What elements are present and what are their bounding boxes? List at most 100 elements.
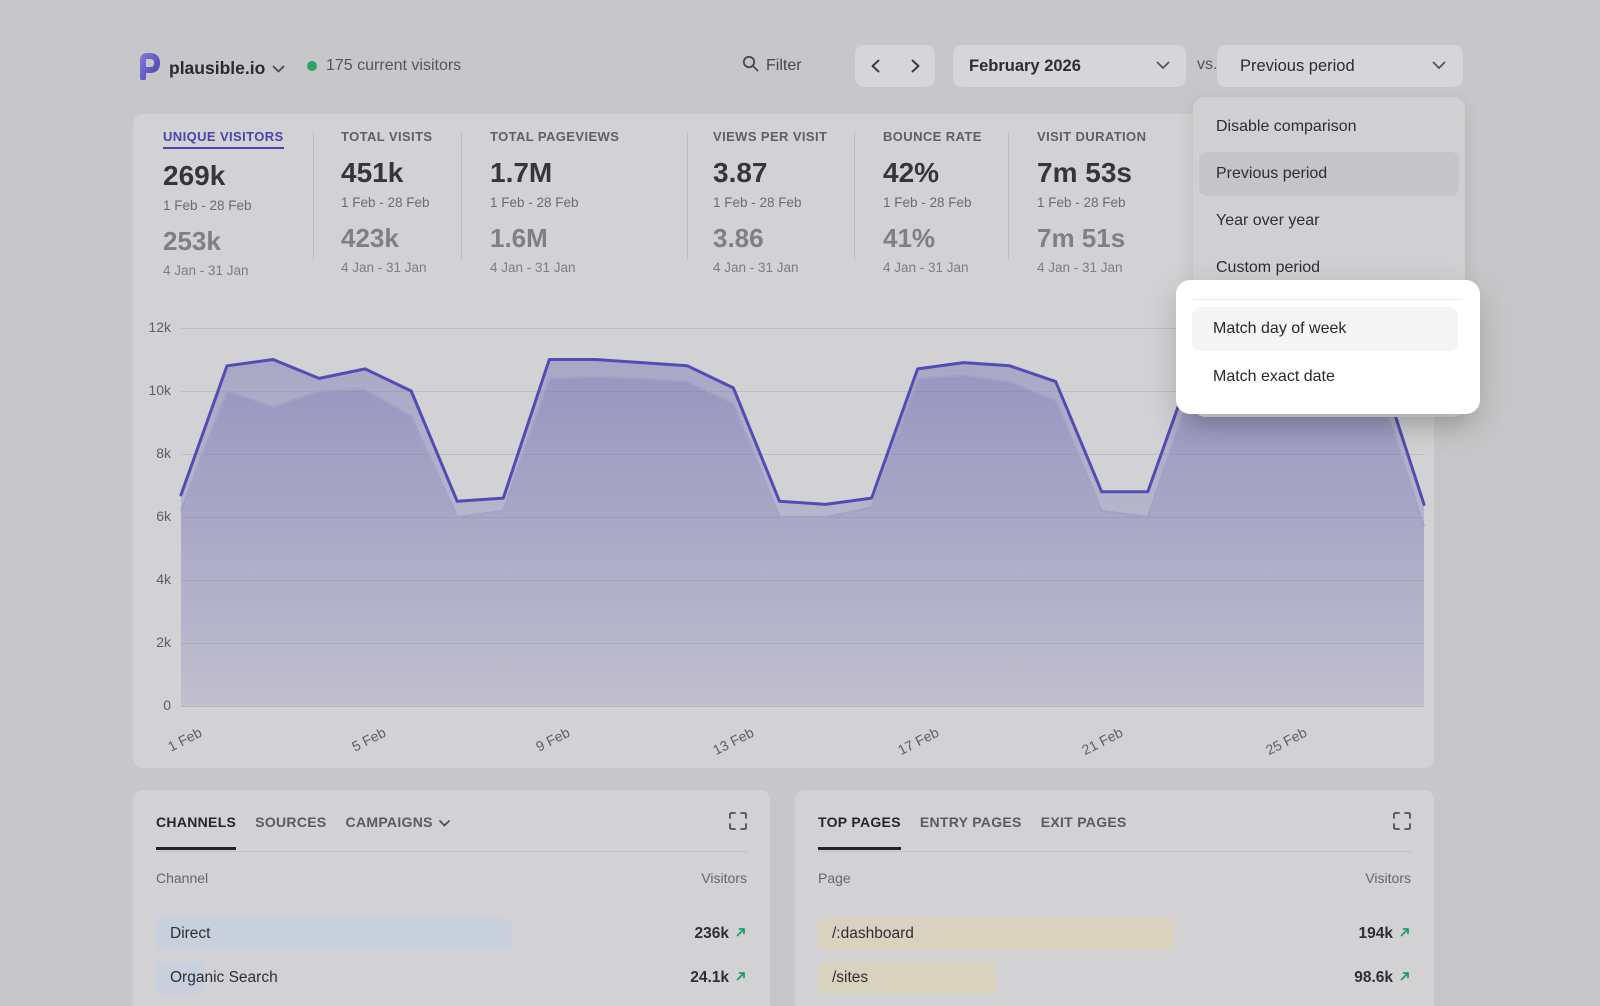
metric-views-per-visit[interactable]: VIEWS PER VISIT3.871 Feb - 28 Feb3.864 J… xyxy=(713,128,827,275)
x-axis-label: 25 Feb xyxy=(1252,724,1309,764)
metric-divider xyxy=(461,132,462,260)
visitors-count: 98.6k xyxy=(1354,969,1393,987)
metric-total-pageviews[interactable]: TOTAL PAGEVIEWS1.7M1 Feb - 28 Feb1.6M4 J… xyxy=(490,128,619,275)
tab-label: ENTRY PAGES xyxy=(920,814,1022,830)
visitors-count: 194k xyxy=(1359,925,1393,943)
column-header-name: Page xyxy=(818,870,851,886)
tab-label: EXIT PAGES xyxy=(1041,814,1127,830)
date-range-label: February 2026 xyxy=(969,57,1081,76)
visitors-count: 236k xyxy=(695,925,729,943)
table-row-direct[interactable]: Direct236k xyxy=(156,918,747,950)
tab-exit-pages[interactable]: EXIT PAGES xyxy=(1041,814,1127,847)
filter-label: Filter xyxy=(766,57,802,75)
date-nav-arrows xyxy=(855,45,935,87)
tab-sources[interactable]: SOURCES xyxy=(255,814,326,847)
table-row-sites[interactable]: /sites 98.6k xyxy=(818,962,1411,994)
comparison-selector[interactable]: Previous period xyxy=(1217,45,1463,87)
expand-pages-button[interactable] xyxy=(1393,812,1411,835)
site-name: plausible.io xyxy=(169,58,265,79)
x-axis-label: 13 Feb xyxy=(700,724,757,764)
tab-entry-pages[interactable]: ENTRY PAGES xyxy=(920,814,1022,847)
x-axis-label: 9 Feb xyxy=(515,724,572,764)
comparison-option-disable-comparison[interactable]: Disable comparison xyxy=(1199,105,1459,149)
metric-previous-period: 4 Jan - 31 Jan xyxy=(490,260,619,275)
metric-total-visits[interactable]: TOTAL VISITS451k1 Feb - 28 Feb423k4 Jan … xyxy=(341,128,432,275)
metric-divider xyxy=(1008,132,1009,260)
metric-value: 42% xyxy=(883,157,982,189)
metric-previous-period: 4 Jan - 31 Jan xyxy=(163,263,284,278)
gridline-0 xyxy=(181,706,1424,707)
previous-period-arrow-button[interactable] xyxy=(855,45,895,87)
expand-channels-button[interactable] xyxy=(729,812,747,835)
y-axis-label: 10k xyxy=(133,382,171,398)
metric-unique-visitors[interactable]: UNIQUE VISITORS269k1 Feb - 28 Feb253k4 J… xyxy=(163,128,284,278)
live-dot-icon xyxy=(307,61,317,71)
table-row-dashboard[interactable]: /:dashboard 194k xyxy=(818,918,1411,950)
metric-period: 1 Feb - 28 Feb xyxy=(1037,195,1146,210)
match-option-match-exact-date[interactable]: Match exact date xyxy=(1192,355,1458,399)
metric-previous-value: 3.86 xyxy=(713,223,827,254)
fullscreen-icon xyxy=(1394,813,1410,829)
chevron-down-icon xyxy=(272,60,285,78)
tab-label: CAMPAIGNS xyxy=(346,814,433,830)
channels-panel: CHANNELSSOURCESCAMPAIGNS Channel Visitor… xyxy=(133,790,770,1006)
metric-previous-value: 253k xyxy=(163,226,284,257)
current-visitors[interactable]: 175 current visitors xyxy=(307,57,461,75)
row-name: /:dashboard xyxy=(832,925,914,943)
row-name: Organic Search xyxy=(170,969,278,987)
metric-divider xyxy=(687,132,688,260)
chevron-down-icon xyxy=(1156,57,1170,75)
match-option-match-day-of-week[interactable]: Match day of week xyxy=(1192,307,1458,351)
comparison-label: Previous period xyxy=(1240,57,1355,76)
tab-campaigns[interactable]: CAMPAIGNS xyxy=(346,814,450,847)
metric-period: 1 Feb - 28 Feb xyxy=(341,195,432,210)
y-axis-label: 4k xyxy=(133,571,171,587)
fullscreen-icon xyxy=(730,813,746,829)
y-axis-label: 0 xyxy=(133,697,171,713)
trend-up-icon xyxy=(1399,969,1411,987)
y-axis-label: 6k xyxy=(133,508,171,524)
site-switcher[interactable]: plausible.io xyxy=(137,52,285,85)
filter-button[interactable]: Filter xyxy=(742,55,802,77)
metric-divider xyxy=(854,132,855,260)
metric-period: 1 Feb - 28 Feb xyxy=(490,195,619,210)
metric-label: VIEWS PER VISIT xyxy=(713,129,827,144)
metric-bounce-rate[interactable]: BOUNCE RATE42%1 Feb - 28 Feb41%4 Jan - 3… xyxy=(883,128,982,275)
metric-label: UNIQUE VISITORS xyxy=(163,129,284,149)
visitors-count: 24.1k xyxy=(690,969,729,987)
metric-label: TOTAL VISITS xyxy=(341,129,432,144)
metric-previous-value: 41% xyxy=(883,223,982,254)
comparison-option-year-over-year[interactable]: Year over year xyxy=(1199,199,1459,243)
vs-label: vs. xyxy=(1197,56,1217,74)
pages-column-headers: Page Visitors xyxy=(818,870,1411,886)
row-visitors: 24.1k xyxy=(690,969,747,987)
metric-label: VISIT DURATION xyxy=(1037,129,1146,144)
tab-label: CHANNELS xyxy=(156,814,236,830)
table-row-organic-search[interactable]: Organic Search 24.1k xyxy=(156,962,747,994)
column-header-name: Channel xyxy=(156,870,208,886)
next-period-arrow-button[interactable] xyxy=(895,45,935,87)
row-visitors: 98.6k xyxy=(1354,969,1411,987)
tab-channels[interactable]: CHANNELS xyxy=(156,814,236,850)
metric-period: 1 Feb - 28 Feb xyxy=(713,195,827,210)
metric-value: 451k xyxy=(341,157,432,189)
metric-value: 3.87 xyxy=(713,157,827,189)
trend-up-icon xyxy=(735,969,747,987)
metric-divider xyxy=(313,132,314,260)
metric-previous-period: 4 Jan - 31 Jan xyxy=(341,260,432,275)
pages-rows: /:dashboard 194k/sites 98.6k xyxy=(818,918,1411,1006)
y-axis-label: 2k xyxy=(133,634,171,650)
tab-label: SOURCES xyxy=(255,814,326,830)
tab-top-pages[interactable]: TOP PAGES xyxy=(818,814,901,850)
row-name: /sites xyxy=(832,969,868,987)
metric-previous-period: 4 Jan - 31 Jan xyxy=(1037,260,1146,275)
tabs-divider xyxy=(818,851,1411,852)
search-icon xyxy=(742,55,759,77)
comparison-option-previous-period[interactable]: Previous period xyxy=(1199,152,1459,196)
metric-visit-duration[interactable]: VISIT DURATION7m 53s1 Feb - 28 Feb7m 51s… xyxy=(1037,128,1146,275)
match-options-panel: Match day of weekMatch exact date xyxy=(1176,280,1480,414)
date-range-selector[interactable]: February 2026 xyxy=(953,45,1186,87)
x-axis-label: 21 Feb xyxy=(1068,724,1125,764)
trend-up-icon xyxy=(1399,925,1411,943)
chevron-down-icon xyxy=(1432,57,1446,75)
